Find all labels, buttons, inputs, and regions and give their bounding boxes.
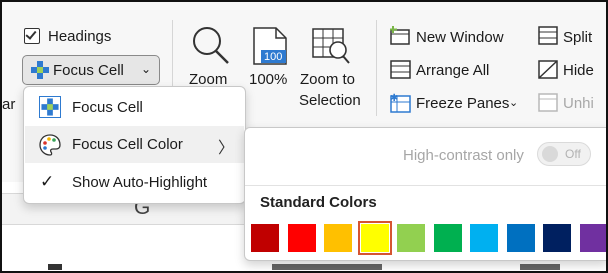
high-contrast-label: High-contrast only xyxy=(403,147,524,164)
color-swatch[interactable] xyxy=(506,224,535,252)
chevron-down-icon: ⌄ xyxy=(509,97,519,109)
cut-off-label: ar xyxy=(2,96,16,113)
toggle-state-label: Off xyxy=(565,147,581,161)
color-swatch[interactable] xyxy=(543,224,571,252)
hide-icon xyxy=(538,60,558,79)
focus-cell-button[interactable]: Focus Cell ⌄ xyxy=(22,55,160,85)
arrange-all-icon xyxy=(390,60,411,79)
focus-cell-menu: Focus Cell Focus Cell Color 〉 ✓ Show Aut… xyxy=(23,86,246,204)
zoom-selection-icon xyxy=(312,28,350,64)
color-swatch[interactable] xyxy=(433,224,462,252)
headings-checkbox[interactable] xyxy=(24,28,40,44)
zoom-to-selection-label-1: Zoom to xyxy=(300,71,356,88)
new-window-label: New Window xyxy=(416,29,504,46)
split-icon xyxy=(538,26,558,45)
standard-colors-title: Standard Colors xyxy=(260,194,377,211)
group-separator xyxy=(376,20,377,116)
chevron-down-icon: ⌄ xyxy=(141,62,152,76)
zoom-100-button[interactable] xyxy=(252,26,288,71)
zoom-to-selection-button[interactable] xyxy=(312,28,352,71)
hide-label: Hide xyxy=(563,62,594,79)
unhide-icon xyxy=(538,93,558,112)
cell-text-fragment xyxy=(272,264,382,270)
high-contrast-toggle[interactable]: Off xyxy=(537,142,591,166)
menu-item-focus-cell[interactable]: Focus Cell xyxy=(25,89,244,126)
new-window-icon xyxy=(390,26,410,45)
cell-text-fragment xyxy=(520,264,560,270)
focus-cell-icon xyxy=(31,61,49,79)
menu-item-show-auto-highlight[interactable]: ✓ Show Auto-Highlight xyxy=(25,164,244,201)
check-icon: ✓ xyxy=(40,172,55,191)
zoom-button[interactable] xyxy=(190,26,232,71)
freeze-panes-icon: ✱ xyxy=(390,93,411,113)
color-swatch[interactable] xyxy=(470,224,498,252)
toggle-knob xyxy=(542,146,558,162)
menu-item-label: Focus Cell xyxy=(72,99,143,116)
split-button[interactable] xyxy=(538,26,558,51)
split-label: Split xyxy=(563,29,593,46)
zoom-to-selection-label-2: Selection xyxy=(299,92,361,109)
menu-item-focus-cell-color[interactable]: Focus Cell Color 〉 xyxy=(25,126,244,163)
zoom-100-label: 100% xyxy=(249,71,288,88)
arrange-all-button[interactable] xyxy=(390,60,412,85)
magnifier-icon xyxy=(193,27,229,64)
headings-label: Headings xyxy=(48,28,112,45)
freeze-panes-button[interactable]: ✱ xyxy=(390,92,412,119)
menu-item-label: Focus Cell Color xyxy=(72,136,183,153)
freeze-panes-label: Freeze Panes xyxy=(416,95,510,112)
page-100-icon-text: 100 xyxy=(264,51,283,63)
focus-cell-color-submenu: High-contrast only Off Standard Colors xyxy=(244,127,608,261)
color-swatch[interactable] xyxy=(357,221,392,255)
unhide-button[interactable] xyxy=(538,93,558,118)
focus-cell-icon xyxy=(39,96,61,118)
submenu-divider xyxy=(245,185,607,186)
color-swatch[interactable] xyxy=(579,224,608,252)
color-swatch[interactable] xyxy=(287,224,316,252)
color-swatch[interactable] xyxy=(397,224,425,252)
svg-text:✱: ✱ xyxy=(390,93,398,104)
new-window-button[interactable] xyxy=(390,26,412,51)
color-swatch[interactable] xyxy=(324,224,352,252)
group-separator xyxy=(172,20,173,92)
palette-icon xyxy=(39,134,61,161)
unhide-label: Unhi xyxy=(563,95,594,112)
menu-item-label: Show Auto-Highlight xyxy=(72,174,208,191)
hide-button[interactable] xyxy=(538,60,558,85)
arrange-all-label: Arrange All xyxy=(416,62,490,79)
cell-text-fragment xyxy=(48,264,62,270)
focus-cell-button-label: Focus Cell xyxy=(53,62,124,79)
chevron-right-icon: 〉 xyxy=(217,140,234,157)
color-swatch[interactable] xyxy=(251,224,279,252)
